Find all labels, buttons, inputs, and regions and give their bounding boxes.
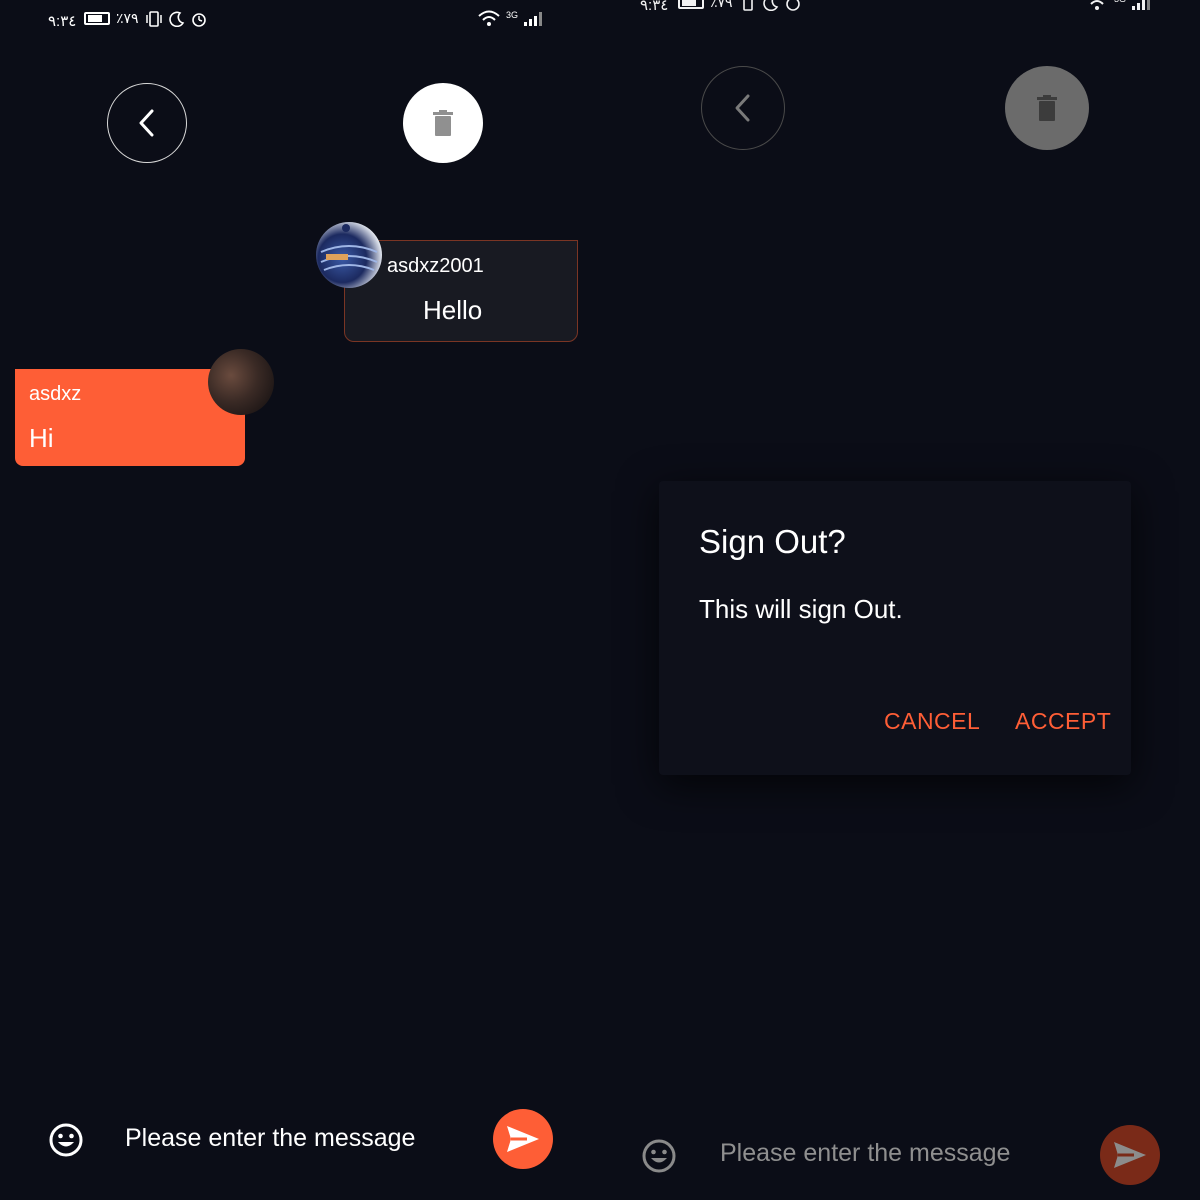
- message-sender: asdxz2001: [387, 255, 484, 277]
- signout-dialog: Sign Out? This will sign Out. CANCEL ACC…: [659, 481, 1131, 775]
- signout-screen: ٩:٣٤ ٪٧٩ 3G Sign Out? This will sign Out…: [590, 0, 1200, 1200]
- send-icon: [507, 1126, 539, 1152]
- back-button[interactable]: [107, 83, 187, 163]
- message-composer: Please enter the message: [0, 1108, 590, 1172]
- alarm-icon: [785, 0, 800, 11]
- back-button[interactable]: [701, 66, 785, 150]
- status-time: ٩:٣٤: [48, 13, 77, 30]
- wifi-icon: [478, 10, 500, 26]
- chevron-left-icon: [735, 94, 750, 122]
- delete-button[interactable]: [403, 83, 483, 163]
- chat-screen: ٩:٣٤ ٪٧٩ 3G asdxz2001 Hello asdxz Hi Ple…: [0, 0, 590, 1200]
- message-text: Hi: [29, 423, 54, 453]
- send-button[interactable]: [493, 1109, 553, 1169]
- wifi-icon: [1090, 0, 1104, 10]
- status-time: ٩:٣٤: [640, 0, 669, 14]
- status-bar: ٩:٣٤ ٪٧٩ 3G: [0, 0, 590, 44]
- battery-percent: ٪٧٩: [116, 10, 139, 26]
- message-text: Hello: [423, 295, 483, 325]
- message-sender: asdxz: [29, 383, 82, 405]
- avatar-image: [320, 224, 378, 271]
- message-input[interactable]: Please enter the message: [125, 1124, 415, 1153]
- network-type: 3G: [1114, 0, 1126, 4]
- accept-button[interactable]: ACCEPT: [1015, 708, 1111, 735]
- vibrate-icon: [145, 10, 162, 27]
- moon-icon: [168, 11, 184, 27]
- status-right: 3G: [1086, 0, 1150, 10]
- status-icons: ٪٧٩: [84, 10, 207, 27]
- dialog-message: This will sign Out.: [699, 594, 903, 624]
- status-right: 3G: [478, 10, 542, 26]
- battery-icon: [84, 12, 110, 25]
- status-bar: ٩:٣٤ ٪٧٩ 3G: [590, 0, 1200, 28]
- delete-button[interactable]: [1005, 66, 1089, 150]
- cancel-button[interactable]: CANCEL: [884, 708, 980, 735]
- battery-percent: ٪٧٩: [710, 0, 733, 10]
- chevron-left-icon: [139, 109, 154, 137]
- battery-icon: [678, 0, 704, 9]
- vibrate-icon: [742, 0, 753, 11]
- alarm-icon: [191, 12, 206, 27]
- signal-icon: [1132, 0, 1150, 10]
- moon-icon: [762, 0, 778, 11]
- status-icons: ٪٧٩: [678, 0, 801, 11]
- emoji-icon[interactable]: [641, 1138, 677, 1174]
- trash-icon: [433, 110, 453, 136]
- emoji-icon[interactable]: [48, 1122, 84, 1158]
- dialog-title: Sign Out?: [699, 523, 846, 560]
- send-button[interactable]: [1100, 1125, 1160, 1185]
- message-input[interactable]: Please enter the message: [720, 1139, 1010, 1168]
- send-icon: [1114, 1142, 1146, 1168]
- network-type: 3G: [505, 10, 518, 20]
- signal-icon: [524, 10, 542, 26]
- trash-icon: [1037, 95, 1057, 121]
- avatar[interactable]: [316, 222, 382, 288]
- avatar[interactable]: [208, 349, 274, 415]
- message-composer: Please enter the message: [590, 1124, 1200, 1188]
